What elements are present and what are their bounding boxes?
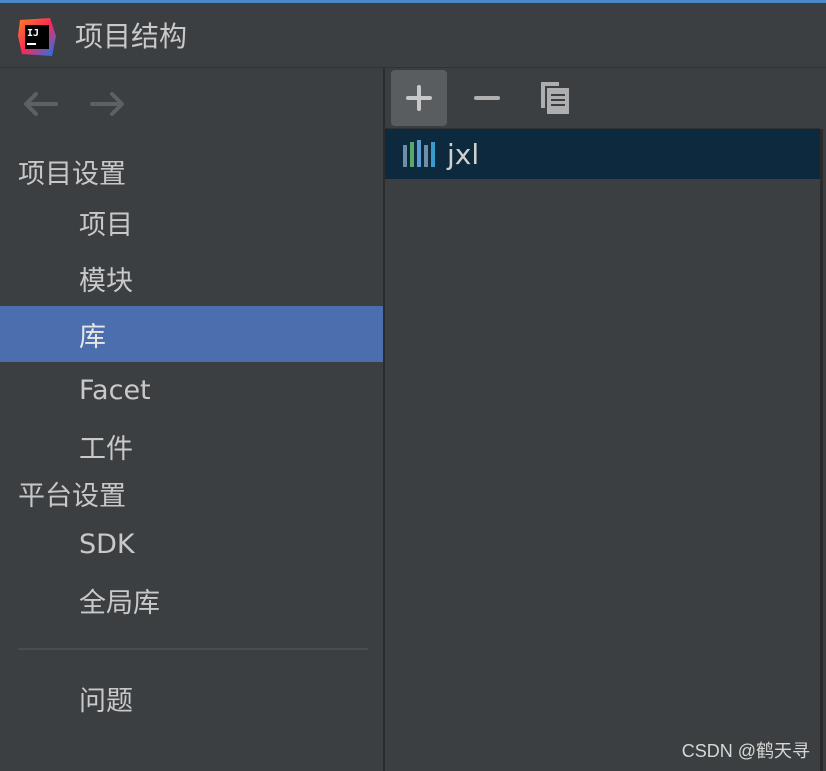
sidebar-item-label: 全局库 — [79, 587, 160, 619]
sidebar-item-label: 项目 — [79, 209, 133, 241]
sidebar-item-artifacts[interactable]: 工件 — [0, 418, 383, 474]
library-name: jxl — [447, 137, 480, 171]
sidebar-item-global-libraries[interactable]: 全局库 — [0, 572, 383, 628]
sidebar-divider — [18, 648, 368, 650]
watermark: CSDN @鹤天寻 — [681, 741, 810, 761]
sidebar-item-label: 工件 — [79, 433, 133, 465]
library-icon — [403, 140, 435, 167]
sidebar-item-label: 库 — [79, 321, 106, 353]
forward-arrow-icon[interactable] — [88, 88, 128, 120]
sidebar: 项目设置 项目 模块 库 Facet 工件 平台设置 SDK 全局库 问题 — [0, 68, 385, 771]
sidebar-item-label: Facet — [79, 374, 151, 406]
logo-text: IJ — [27, 28, 39, 39]
title-bar: IJ 项目结构 — [0, 3, 826, 68]
add-library-button[interactable] — [391, 70, 447, 126]
sidebar-item-libraries[interactable]: 库 — [0, 306, 383, 362]
sidebar-item-modules[interactable]: 模块 — [0, 250, 383, 306]
sidebar-item-label: SDK — [79, 528, 135, 560]
section-header-project-settings: 项目设置 — [18, 159, 126, 190]
libraries-panel: jxl — [385, 68, 826, 771]
remove-library-button[interactable] — [459, 70, 515, 126]
copy-icon — [541, 82, 569, 114]
copy-library-button[interactable] — [527, 70, 583, 126]
list-item[interactable]: jxl — [385, 129, 820, 179]
minus-icon — [474, 96, 500, 100]
window-title: 项目结构 — [75, 20, 188, 53]
section-header-platform-settings: 平台设置 — [18, 481, 126, 512]
intellij-logo-icon: IJ — [18, 18, 56, 56]
sidebar-item-label: 问题 — [79, 685, 133, 717]
sidebar-item-label: 模块 — [79, 265, 133, 297]
back-arrow-icon[interactable] — [20, 88, 60, 120]
plus-icon — [406, 85, 432, 111]
sidebar-item-facets[interactable]: Facet — [0, 362, 383, 418]
sidebar-item-sdks[interactable]: SDK — [0, 516, 383, 572]
sidebar-item-problems[interactable]: 问题 — [0, 670, 383, 726]
libraries-toolbar — [385, 68, 820, 129]
sidebar-item-project[interactable]: 项目 — [0, 194, 383, 250]
libraries-list: jxl — [385, 129, 823, 771]
